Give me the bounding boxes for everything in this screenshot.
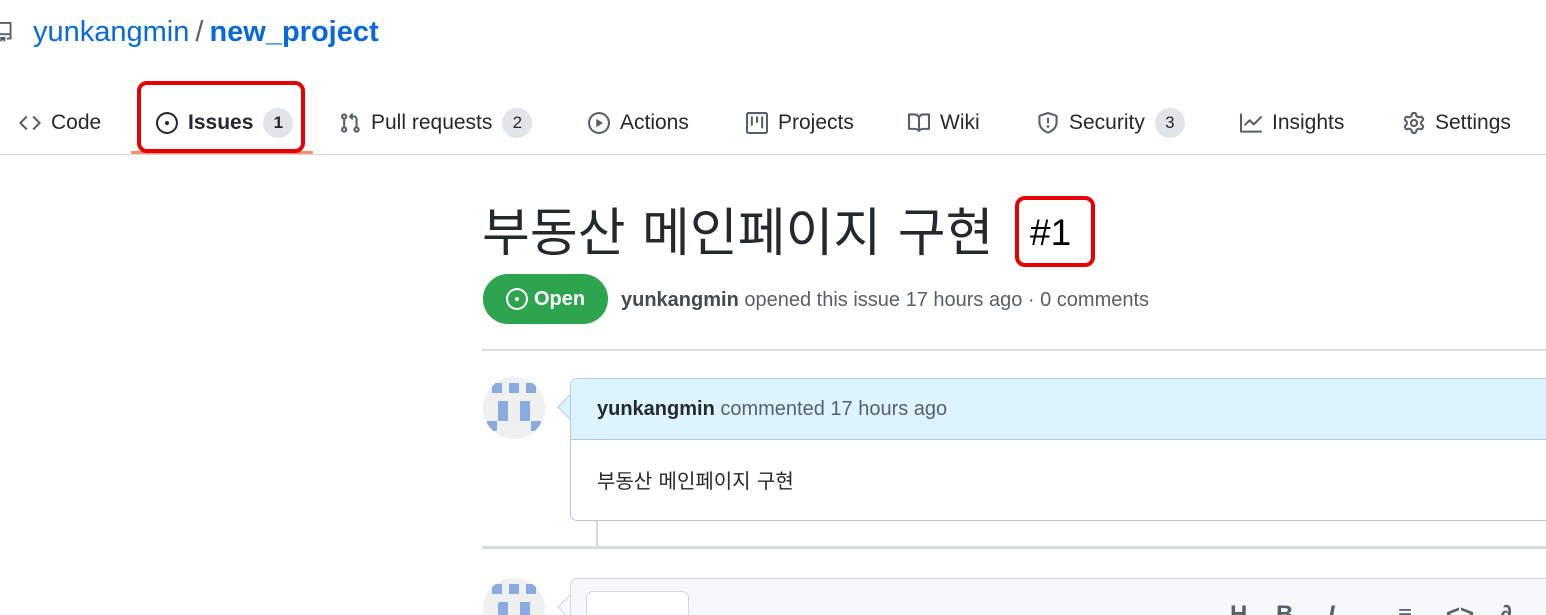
tab-code-label: Code xyxy=(51,111,102,134)
book-icon xyxy=(908,113,930,132)
issues-tab-highlight xyxy=(137,81,305,153)
link-button[interactable]: ∂ xyxy=(1500,600,1512,615)
tab-code[interactable]: Code xyxy=(19,92,101,154)
comment-body: 부동산 메인페이지 구현 xyxy=(597,469,794,493)
breadcrumb-separator: / xyxy=(195,16,204,48)
header-divider xyxy=(482,349,1546,351)
identicon-icon xyxy=(483,578,545,615)
avatar[interactable] xyxy=(483,377,545,439)
security-counter: 3 xyxy=(1154,108,1185,138)
repo-name-link[interactable]: new_project xyxy=(209,16,378,48)
repo-owner-link[interactable]: yunkangmin xyxy=(33,16,189,48)
comment-header: yunkangmin commented 17 hours ago xyxy=(571,379,1546,440)
git-pull-request-icon xyxy=(341,112,360,133)
play-icon xyxy=(588,112,610,134)
issue-author-link[interactable]: yunkangmin xyxy=(621,289,739,311)
comment-meta-text: commented 17 hours ago xyxy=(720,398,948,420)
issue-number: #1 xyxy=(1030,212,1072,253)
timeline-divider xyxy=(482,546,1546,549)
tab-insights[interactable]: Insights xyxy=(1240,92,1344,154)
tab-pull-requests-label: Pull requests xyxy=(371,111,493,134)
tab-insights-label: Insights xyxy=(1272,111,1345,134)
tab-settings[interactable]: Settings xyxy=(1403,92,1511,154)
project-icon xyxy=(746,112,768,134)
comment-author-link[interactable]: yunkangmin xyxy=(597,398,715,420)
quote-button[interactable]: ≡ xyxy=(1398,600,1412,615)
shield-icon xyxy=(1038,112,1058,134)
tab-wiki[interactable]: Wiki xyxy=(908,92,980,154)
issue-state-label: Open xyxy=(533,287,586,310)
issue-opened-icon xyxy=(505,288,528,310)
graph-icon xyxy=(1240,113,1262,133)
tab-actions[interactable]: Actions xyxy=(588,92,689,154)
tab-pull-requests[interactable]: Pull requests 2 xyxy=(339,92,533,154)
bold-button[interactable]: B xyxy=(1276,600,1293,615)
identicon-icon xyxy=(483,377,545,439)
tab-actions-label: Actions xyxy=(620,111,689,134)
gear-icon xyxy=(1403,112,1425,134)
comment-box: yunkangmin commented 17 hours ago 부동산 메인… xyxy=(570,378,1546,521)
issue-title: 부동산 메인페이지 구현 xyxy=(482,204,994,264)
tab-security-label: Security xyxy=(1069,111,1145,134)
italic-button[interactable]: I xyxy=(1328,600,1335,615)
repo-icon xyxy=(0,22,12,42)
repo-breadcrumb: yunkangmin / new_project xyxy=(33,12,379,52)
heading-button[interactable]: H xyxy=(1230,600,1247,615)
tab-security[interactable]: Security 3 xyxy=(1037,92,1185,154)
tab-projects-label: Projects xyxy=(778,111,854,134)
issue-meta-text: opened this issue 17 hours ago · 0 comme… xyxy=(744,289,1150,311)
issue-state-badge: Open xyxy=(483,274,608,324)
current-user-avatar[interactable] xyxy=(483,578,545,615)
tab-projects[interactable]: Projects xyxy=(746,92,854,154)
pull-requests-counter: 2 xyxy=(502,108,533,138)
issue-meta: yunkangmin opened this issue 17 hours ag… xyxy=(621,286,1149,314)
code-button[interactable]: <> xyxy=(1446,600,1474,615)
code-icon xyxy=(19,116,41,130)
write-tab[interactable] xyxy=(586,591,689,615)
tab-settings-label: Settings xyxy=(1435,111,1511,134)
timeline-line xyxy=(596,521,598,547)
tab-wiki-label: Wiki xyxy=(940,111,980,134)
